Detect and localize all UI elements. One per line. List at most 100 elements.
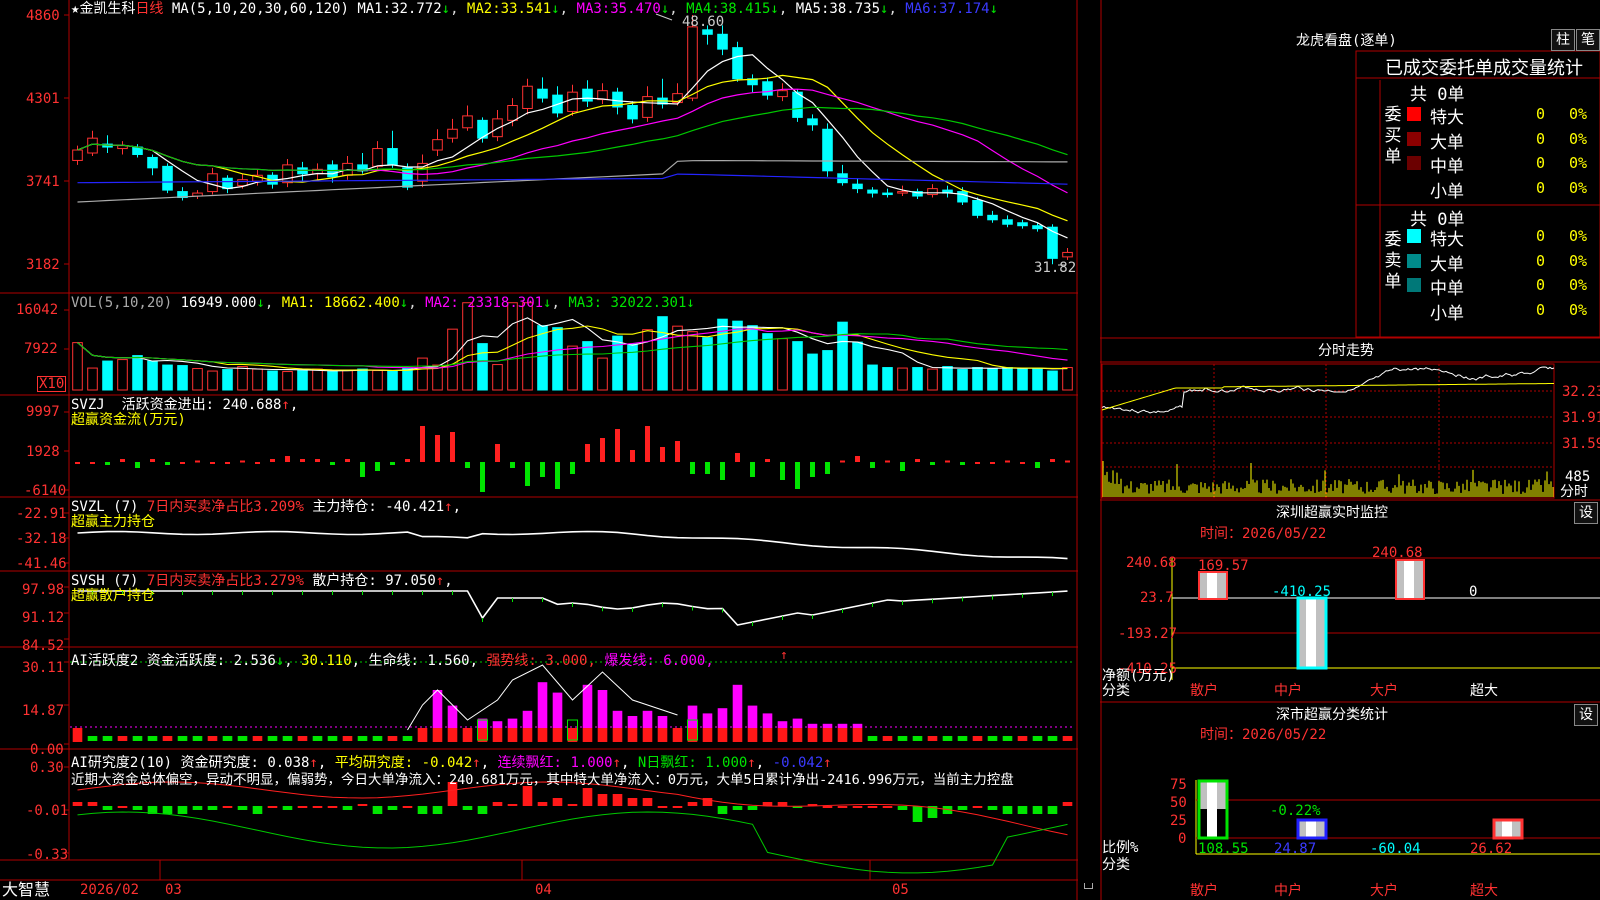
ai1-bar-base bbox=[657, 728, 668, 742]
candle-body bbox=[987, 214, 998, 221]
svsh-sep: , bbox=[444, 573, 453, 589]
sell-count: 0 bbox=[1536, 227, 1546, 245]
sell-count: 0 bbox=[1536, 276, 1546, 294]
candle-body bbox=[762, 81, 773, 96]
svzl-ytick-1: -32.18 bbox=[16, 531, 67, 547]
buy-count: 0 bbox=[1536, 178, 1546, 197]
ai1-bar-base bbox=[582, 728, 593, 742]
ai2-bar bbox=[222, 806, 233, 808]
svzj-bar bbox=[1035, 462, 1040, 468]
ai1-bar-top bbox=[792, 718, 803, 728]
bar-view-button[interactable]: 柱 bbox=[1551, 29, 1575, 51]
svzj-bar bbox=[615, 429, 620, 462]
volume-bar bbox=[657, 316, 668, 391]
svzl-sep: , bbox=[452, 499, 462, 515]
main-chart-area: ↑ ★金凯生科日线 MA(5,10,20,30,60,120) MA1:32.7… bbox=[0, 0, 1100, 900]
svzj-bar bbox=[75, 462, 80, 464]
ai1-small-bar bbox=[177, 736, 188, 741]
volume-bar bbox=[372, 370, 383, 391]
svzj-title: SVZJ bbox=[71, 397, 105, 413]
ai2-bar bbox=[777, 802, 788, 806]
volume-bar bbox=[282, 371, 293, 391]
ai1-bar-base bbox=[627, 728, 638, 742]
sz2-val-2: -60.04 bbox=[1370, 841, 1421, 857]
sz2-val-0: 108.55 bbox=[1198, 841, 1249, 857]
ai2-bar bbox=[237, 806, 248, 810]
ai1-small-bar bbox=[1002, 736, 1013, 741]
ai1-label5: 爆发线: bbox=[604, 653, 655, 669]
svsh-line bbox=[77, 590, 1068, 626]
candle-body bbox=[957, 191, 968, 203]
svzj-bar bbox=[240, 460, 245, 463]
tick-view-button[interactable]: 笔 bbox=[1576, 29, 1600, 51]
sz2-ytick-0: 75 bbox=[1170, 777, 1187, 793]
k-low-label: 31.82 bbox=[1034, 260, 1077, 276]
ma5-value: 38.735 bbox=[829, 1, 880, 17]
volume-bar bbox=[237, 366, 248, 391]
svzj-bar bbox=[300, 459, 305, 462]
ai1-bar-top bbox=[597, 690, 608, 728]
candle-body bbox=[972, 199, 983, 216]
ai1-value3: 1.560 bbox=[427, 653, 470, 669]
ai2-bar bbox=[747, 806, 758, 810]
svzj-bar bbox=[450, 432, 455, 462]
candle-body bbox=[462, 115, 473, 129]
svzj-ytick-2: -6140 bbox=[24, 483, 67, 499]
ai1-bar-top bbox=[717, 708, 728, 728]
volume-bar bbox=[267, 370, 278, 391]
svzj-bar bbox=[375, 462, 380, 471]
ai2-value2: -0.042 bbox=[421, 755, 473, 771]
svzj-bar bbox=[360, 462, 365, 477]
stock-name: 金凯生科 bbox=[79, 1, 136, 17]
ai1-bar-top bbox=[807, 723, 818, 728]
volume-bar bbox=[477, 343, 488, 391]
ai1-bar-base bbox=[717, 728, 728, 742]
svzj-bar bbox=[540, 462, 545, 477]
ai2-bar bbox=[192, 806, 203, 810]
buy-swatch bbox=[1407, 156, 1421, 170]
ai2-bar bbox=[297, 806, 308, 808]
sz1-xlabel: 分类 bbox=[1102, 683, 1130, 699]
sz1-bar-1-hl bbox=[1306, 598, 1316, 668]
svzj-bar bbox=[630, 450, 635, 462]
svzj-bar bbox=[105, 462, 110, 465]
svzj-bar bbox=[645, 426, 650, 462]
svzj-bar bbox=[885, 460, 890, 463]
sz1-settings-button[interactable]: 设 bbox=[1574, 502, 1598, 524]
x-month-05: 05 bbox=[892, 882, 909, 898]
ai2-bar bbox=[1002, 806, 1013, 814]
buy-row: 大单 0 0% bbox=[1404, 128, 1600, 153]
candle-body bbox=[642, 96, 653, 118]
ai2-label2: 平均研究度: bbox=[334, 755, 414, 771]
ai1-bar-base bbox=[672, 728, 683, 742]
ai2-bar bbox=[552, 798, 563, 806]
ai1-bar-top bbox=[687, 705, 698, 728]
ai2-bar bbox=[672, 806, 683, 808]
ai1-small-bar bbox=[357, 736, 368, 741]
sz1-cat-1: 中户 bbox=[1274, 683, 1302, 699]
ma6-key: MA6: bbox=[905, 1, 940, 17]
buy-swatch bbox=[1407, 180, 1421, 195]
ai1-small-bar bbox=[162, 736, 173, 741]
volume-bar bbox=[807, 353, 818, 391]
lhkp-heading: 已成交委托单成交量统计 bbox=[1385, 58, 1583, 79]
candle-body bbox=[867, 189, 878, 194]
svzj-bar bbox=[960, 462, 965, 465]
period-label[interactable]: 日线 bbox=[135, 1, 163, 17]
svzj-bar bbox=[705, 462, 710, 474]
svzj-bar bbox=[150, 459, 155, 462]
sell-row: 大单 0 0% bbox=[1404, 250, 1600, 275]
ai1-bar-base bbox=[702, 728, 713, 742]
ai2-bar bbox=[477, 806, 488, 814]
candle-body bbox=[702, 29, 713, 35]
vol-ytick-1: 7922 bbox=[24, 341, 58, 357]
ai2-bar bbox=[867, 806, 878, 808]
sz2-settings-button[interactable]: 设 bbox=[1574, 704, 1598, 726]
buy-percent: 0% bbox=[1569, 178, 1588, 197]
ai2-bar bbox=[687, 802, 698, 806]
ai1-sep4: , bbox=[587, 653, 596, 669]
ai1-arrow1: ↓ bbox=[275, 653, 285, 669]
volume-bar bbox=[567, 345, 578, 391]
svzj-bar bbox=[600, 438, 605, 462]
volume-bar bbox=[972, 367, 983, 391]
